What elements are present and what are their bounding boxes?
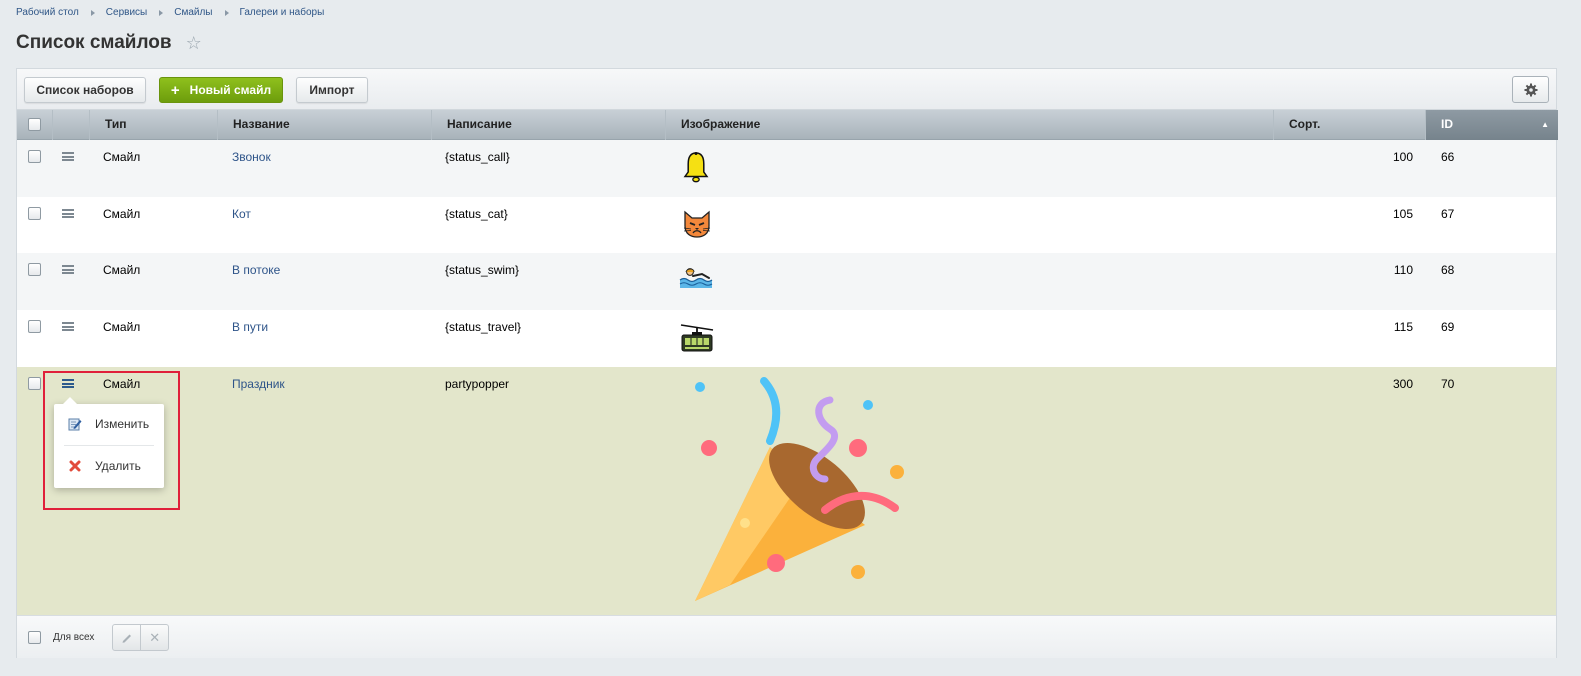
row-type: Смайл: [103, 320, 141, 334]
new-smile-label: Новый смайл: [189, 83, 272, 97]
column-header-image[interactable]: Изображение: [666, 110, 1274, 140]
row-checkbox[interactable]: [28, 377, 41, 390]
row-checkbox[interactable]: [28, 207, 41, 220]
bell-icon: [683, 151, 709, 186]
page-title: Список смайлов: [16, 32, 172, 53]
delete-icon: [68, 459, 82, 473]
menu-item-edit-label: Изменить: [95, 417, 150, 431]
row-context-menu: Изменить Удалить: [54, 397, 164, 488]
breadcrumb-item[interactable]: Рабочий стол: [16, 7, 79, 18]
title-row: Список смайлов ☆: [16, 32, 202, 54]
table-row-selected[interactable]: Смайл Праздник partypopper 300 70: [17, 367, 1556, 615]
row-id: 69: [1441, 320, 1455, 334]
row-sort: 110: [1393, 263, 1413, 277]
select-all-checkbox[interactable]: [28, 118, 41, 131]
column-header-type[interactable]: Тип: [90, 110, 218, 140]
column-header-id-label: ID: [1441, 117, 1453, 131]
for-all-label: Для всех: [53, 632, 95, 643]
row-menu-icon[interactable]: [62, 322, 74, 331]
sort-ascending-icon: ▲: [1541, 120, 1549, 129]
sets-list-button[interactable]: Список наборов: [24, 77, 146, 103]
row-typing: partypopper: [445, 377, 510, 391]
row-checkbox[interactable]: [28, 263, 41, 276]
smiles-panel: Список наборов + Новый смайл Импорт Тип …: [16, 68, 1558, 658]
group-actions: ✕: [112, 624, 169, 651]
star-icon[interactable]: ☆: [186, 34, 202, 52]
row-menu-icon[interactable]: [62, 152, 74, 161]
row-menu-icon[interactable]: [62, 265, 74, 274]
breadcrumb-item[interactable]: Смайлы: [174, 7, 212, 18]
header-checkbox-cell: [17, 110, 53, 140]
row-type: Смайл: [103, 207, 141, 221]
plus-icon: +: [170, 81, 180, 99]
for-all-checkbox[interactable]: [28, 631, 41, 644]
column-header-name[interactable]: Название: [218, 110, 432, 140]
row-typing: {status_swim}: [445, 263, 520, 277]
table-row[interactable]: Смайл Кот {status_cat} 105 67: [17, 197, 1556, 253]
row-sort: 105: [1392, 207, 1413, 221]
cable-car-icon: [680, 321, 714, 356]
row-name-link[interactable]: В пути: [232, 320, 268, 334]
row-type: Смайл: [103, 150, 141, 164]
breadcrumb: Рабочий стол Сервисы Смайлы Галереи и на…: [16, 7, 324, 18]
column-header-sort[interactable]: Сорт.: [1274, 110, 1426, 140]
table-row[interactable]: Смайл В потоке {status_swim} 110 68: [17, 253, 1556, 310]
row-sort: 100: [1392, 150, 1413, 164]
import-button[interactable]: Импорт: [296, 77, 368, 103]
row-typing: {status_travel}: [445, 320, 522, 334]
breadcrumb-item[interactable]: Галереи и наборы: [240, 7, 325, 18]
breadcrumb-item[interactable]: Сервисы: [106, 7, 147, 18]
row-checkbox[interactable]: [28, 150, 41, 163]
breadcrumb-separator-icon: [159, 9, 164, 16]
row-name-link[interactable]: Кот: [232, 207, 251, 221]
menu-item-delete-label: Удалить: [95, 459, 141, 473]
row-id: 67: [1441, 207, 1455, 221]
table-row[interactable]: Смайл В пути {status_travel} 115 69: [17, 310, 1556, 367]
row-id: 66: [1441, 150, 1455, 164]
edit-icon: [68, 417, 82, 431]
row-typing: {status_call}: [445, 150, 510, 164]
row-id: 68: [1441, 263, 1455, 277]
table-footer: Для всех ✕: [17, 615, 1556, 658]
row-id: 70: [1441, 377, 1455, 391]
row-checkbox[interactable]: [28, 320, 41, 333]
pencil-icon[interactable]: [113, 625, 140, 650]
menu-item-delete[interactable]: Удалить: [54, 446, 164, 486]
row-type: Смайл: [103, 263, 141, 277]
cat-icon: [682, 209, 712, 242]
row-sort: 300: [1392, 377, 1413, 391]
breadcrumb-separator-icon: [224, 9, 229, 16]
new-smile-button[interactable]: + Новый смайл: [159, 77, 283, 103]
settings-button[interactable]: [1512, 76, 1549, 103]
row-typing: {status_cat}: [445, 207, 508, 221]
party-popper-icon: [675, 375, 907, 610]
row-sort: 115: [1393, 320, 1413, 334]
row-name-link[interactable]: В потоке: [232, 263, 280, 277]
row-name-link[interactable]: Праздник: [232, 377, 285, 391]
menu-item-edit[interactable]: Изменить: [54, 404, 164, 444]
table-header: Тип Название Написание Изображение Сорт.…: [17, 110, 1558, 140]
toolbar: Список наборов + Новый смайл Импорт: [17, 69, 1556, 110]
column-header-typing[interactable]: Написание: [432, 110, 666, 140]
close-icon[interactable]: ✕: [140, 625, 168, 650]
breadcrumb-separator-icon: [90, 9, 95, 16]
header-actions-cell: [53, 110, 90, 140]
row-menu-icon[interactable]: [62, 209, 74, 218]
table-row[interactable]: Смайл Звонок {status_call} 100 66: [17, 140, 1556, 197]
column-header-id[interactable]: ID ▲: [1426, 110, 1558, 140]
gear-icon: [1524, 83, 1537, 96]
swimmer-icon: [679, 266, 713, 293]
row-name-link[interactable]: Звонок: [232, 150, 271, 164]
